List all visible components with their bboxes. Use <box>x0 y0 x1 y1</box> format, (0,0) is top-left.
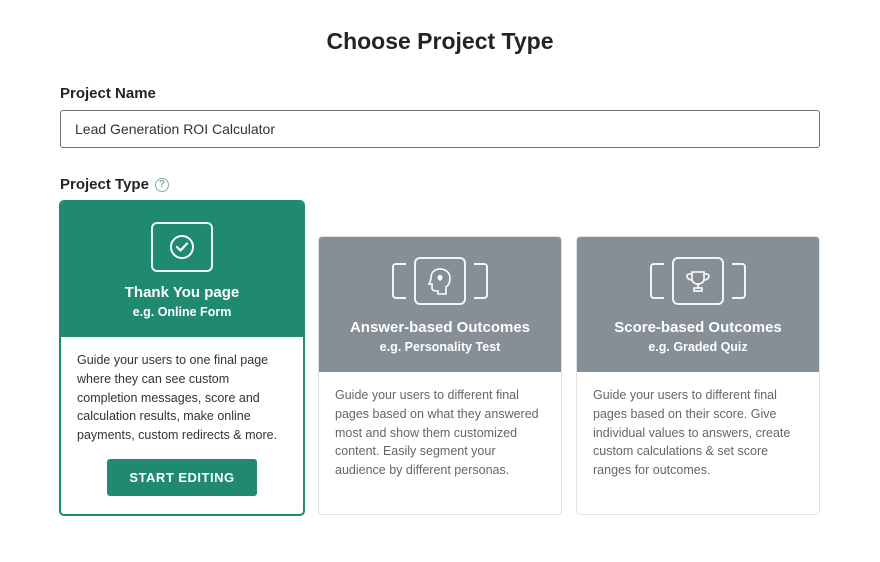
project-type-label: Project Type <box>60 176 149 193</box>
trophy-icon <box>650 257 746 305</box>
help-icon[interactable]: ? <box>155 178 169 192</box>
card-header: Answer-based Outcomes e.g. Personality T… <box>319 237 561 372</box>
card-subtitle: e.g. Online Form <box>133 305 232 319</box>
project-type-card-score-based[interactable]: Score-based Outcomes e.g. Graded Quiz Gu… <box>576 236 820 515</box>
card-desc: Guide your users to different final page… <box>335 386 545 480</box>
start-editing-button[interactable]: START EDITING <box>107 459 256 496</box>
page-title: Choose Project Type <box>60 28 820 55</box>
project-type-card-thankyou[interactable]: Thank You page e.g. Online Form Guide yo… <box>60 201 304 515</box>
card-subtitle: e.g. Personality Test <box>380 340 501 354</box>
project-name-input[interactable] <box>60 110 820 148</box>
card-header: Thank You page e.g. Online Form <box>61 202 303 337</box>
card-desc: Guide your users to different final page… <box>593 386 803 480</box>
project-type-card-answer-based[interactable]: Answer-based Outcomes e.g. Personality T… <box>318 236 562 515</box>
card-title: Answer-based Outcomes <box>350 319 530 336</box>
checkmark-icon <box>151 222 213 272</box>
persona-icon <box>392 257 488 305</box>
card-title: Thank You page <box>125 284 239 301</box>
card-body: Guide your users to different final page… <box>577 372 819 514</box>
card-header: Score-based Outcomes e.g. Graded Quiz <box>577 237 819 372</box>
card-body: Guide your users to one final page where… <box>61 337 303 514</box>
project-type-cards: Thank You page e.g. Online Form Guide yo… <box>60 201 820 515</box>
card-subtitle: e.g. Graded Quiz <box>648 340 747 354</box>
card-title: Score-based Outcomes <box>614 319 782 336</box>
project-name-label: Project Name <box>60 85 820 102</box>
card-desc: Guide your users to one final page where… <box>77 351 287 445</box>
card-body: Guide your users to different final page… <box>319 372 561 514</box>
